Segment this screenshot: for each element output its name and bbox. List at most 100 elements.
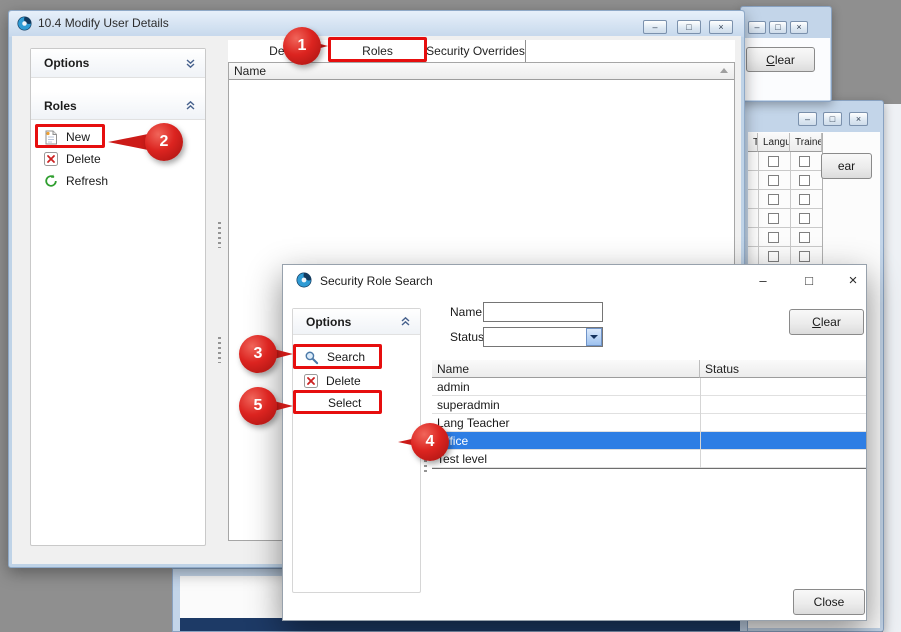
clear-button[interactable]: Clear: [789, 309, 864, 335]
delete-label: Delete: [66, 152, 101, 166]
screenshot-root: – □ × T Langu Traine ear – □ × Clear 10.…: [0, 0, 901, 632]
delete-icon: [44, 152, 58, 166]
table-row[interactable]: Test level: [432, 450, 866, 468]
options-header-label: Options: [306, 315, 351, 329]
partial-clear-label: ear: [838, 159, 855, 173]
table-row[interactable]: Lang Teacher: [432, 414, 866, 432]
table-row[interactable]: admin: [432, 378, 866, 396]
checkbox[interactable]: [768, 232, 779, 243]
minimize-icon: –: [805, 115, 810, 124]
row-name-cell: Lang Teacher: [432, 414, 700, 431]
roles-list-name-header[interactable]: Name: [229, 63, 734, 80]
splitter-grip[interactable]: [218, 222, 221, 248]
highlight-search-item: [293, 344, 382, 369]
name-field-label: Name: [450, 305, 482, 319]
checkbox[interactable]: [799, 251, 810, 262]
splitter-grip[interactable]: [218, 337, 221, 363]
clear-label: lear: [821, 315, 841, 329]
maximize-icon: □: [775, 23, 780, 32]
callout-2: 2: [145, 123, 183, 161]
maximize-button[interactable]: □: [677, 20, 701, 34]
table-row[interactable]: superadmin: [432, 396, 866, 414]
maximize-button[interactable]: □: [769, 21, 787, 34]
minimize-button[interactable]: –: [748, 269, 778, 291]
maximize-button[interactable]: □: [823, 112, 842, 126]
refresh-icon: [44, 174, 58, 188]
row-name-cell: admin: [432, 378, 700, 395]
chevron-down-icon: [590, 335, 598, 339]
close-icon: ×: [718, 23, 723, 32]
options-section-header[interactable]: Options: [31, 49, 205, 78]
checkbox[interactable]: [768, 175, 779, 186]
maximize-button[interactable]: □: [794, 269, 824, 291]
row-name-cell: superadmin: [432, 396, 700, 413]
close-icon: ×: [856, 115, 861, 124]
row-status-cell: [700, 450, 866, 467]
column-header-t[interactable]: T: [748, 133, 758, 152]
close-button[interactable]: ×: [790, 21, 808, 34]
checkbox[interactable]: [799, 194, 810, 205]
clear-button[interactable]: Clear: [746, 47, 815, 72]
minimize-button[interactable]: –: [643, 20, 667, 34]
roles-header-label: Roles: [44, 99, 77, 113]
close-button[interactable]: ×: [849, 112, 868, 126]
sort-indicator-icon: [720, 68, 728, 73]
delete-role-item[interactable]: Delete: [36, 148, 146, 170]
checkbox[interactable]: [799, 213, 810, 224]
clear-label-accel: C: [812, 315, 821, 329]
column-header-langu[interactable]: Langu: [758, 133, 790, 152]
checkbox[interactable]: [799, 156, 810, 167]
chevron-down-icon[interactable]: [185, 58, 196, 69]
grid-vline: [758, 152, 759, 267]
close-button[interactable]: ×: [709, 20, 733, 34]
table-row-selected[interactable]: Office: [432, 432, 866, 450]
close-label: Close: [814, 595, 845, 609]
options-section-header[interactable]: Options: [293, 309, 420, 335]
clear-label: lear: [775, 53, 795, 67]
close-icon: ×: [849, 272, 858, 289]
roles-section-header[interactable]: Roles: [31, 92, 205, 120]
grid-vline: [790, 152, 791, 267]
chevron-up-icon[interactable]: [400, 316, 411, 327]
close-button[interactable]: ×: [838, 269, 868, 291]
minimize-button[interactable]: –: [748, 21, 766, 34]
close-dialog-button[interactable]: Close: [793, 589, 865, 615]
close-icon: ×: [796, 23, 801, 32]
partial-clear-button[interactable]: ear: [821, 153, 872, 179]
callout-tail: [108, 134, 148, 150]
checkbox[interactable]: [768, 156, 779, 167]
task-pane: [30, 48, 206, 546]
minimize-icon: –: [754, 23, 759, 32]
status-dropdown-button[interactable]: [586, 328, 602, 346]
table-bottom-border: [432, 468, 866, 469]
status-dropdown[interactable]: [483, 327, 603, 347]
app-icon: [17, 16, 32, 31]
checkbox[interactable]: [768, 251, 779, 262]
delete-item[interactable]: Delete: [296, 371, 408, 391]
dialog-title: Security Role Search: [320, 273, 433, 289]
row-name-cell: Test level: [432, 450, 700, 467]
row-status-cell: [700, 414, 866, 431]
name-input[interactable]: [483, 302, 603, 322]
minimize-button[interactable]: –: [798, 112, 817, 126]
callout-4: 4: [411, 423, 449, 461]
refresh-label: Refresh: [66, 174, 108, 188]
checkbox[interactable]: [768, 213, 779, 224]
maximize-icon: □: [686, 23, 691, 32]
tab-security-overrides[interactable]: Security Overrides: [426, 40, 526, 62]
main-window-title: 10.4 Modify User Details: [38, 13, 169, 33]
minimize-icon: –: [759, 273, 766, 288]
grid-lines: [748, 152, 822, 267]
column-header-traine[interactable]: Traine: [790, 133, 822, 152]
app-icon: [296, 272, 312, 288]
chevron-up-icon[interactable]: [185, 100, 196, 111]
status-field-label: Status: [450, 330, 484, 344]
checkbox[interactable]: [799, 175, 810, 186]
checkbox[interactable]: [799, 232, 810, 243]
table-header-status[interactable]: Status: [700, 360, 866, 378]
clear-label-accel: C: [766, 53, 775, 67]
table-header-name[interactable]: Name: [432, 360, 700, 378]
refresh-item[interactable]: Refresh: [36, 170, 146, 192]
callout-5: 5: [239, 387, 277, 425]
checkbox[interactable]: [768, 194, 779, 205]
